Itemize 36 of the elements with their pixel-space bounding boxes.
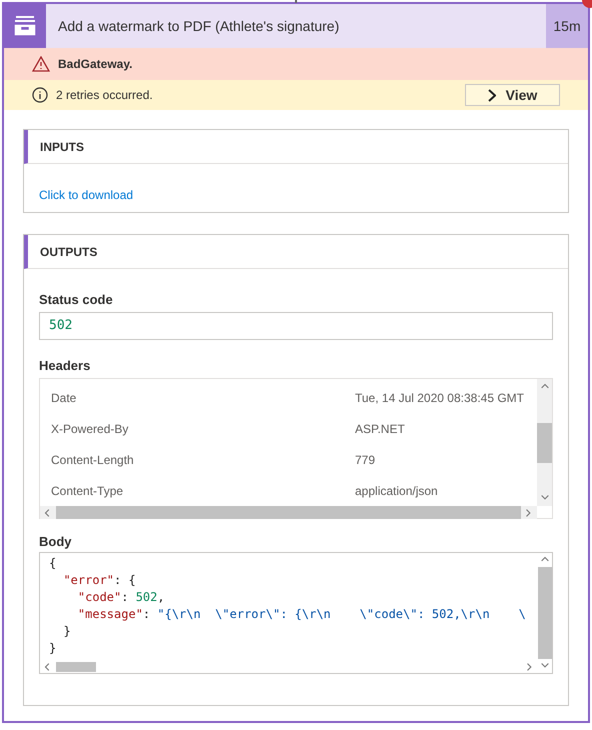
code-line: "message": "{\r\n \"error\": {\r\n \"code\": 502,\r\n \	[76, 606, 527, 623]
error-message: BadGateway.	[58, 56, 132, 73]
header-value: 779	[355, 452, 376, 468]
vertical-scrollbar[interactable]	[537, 379, 552, 506]
info-icon	[32, 87, 48, 103]
panel-title: INPUTS	[40, 138, 84, 156]
action-header[interactable]: Add a watermark to PDF (Athlete's signature) 15m	[4, 4, 588, 48]
header-name: Date	[50, 390, 78, 406]
header-value: Tue, 14 Jul 2020 08:38:45 GMT	[355, 390, 524, 406]
duration-label: 15m	[546, 4, 588, 48]
code-line: }	[62, 623, 72, 640]
download-link[interactable]: Click to download	[39, 188, 134, 202]
code-line: }	[49, 640, 58, 657]
header-value: ASP.NET	[355, 420, 405, 438]
field-label: Headers	[39, 357, 92, 375]
scrollbar-thumb[interactable]	[537, 422, 552, 462]
status-code-field: 502	[39, 312, 553, 340]
header-name: Content-Length	[50, 452, 135, 468]
field-label: Body	[39, 533, 72, 551]
retry-message: 2 retries occurred.	[56, 87, 154, 104]
code-line: "error": {	[62, 572, 137, 589]
scrollbar-thumb[interactable]	[56, 662, 96, 672]
code-line: "code": 502,	[76, 589, 166, 606]
view-button[interactable]: View	[465, 84, 560, 106]
header-name: X-Powered-By	[50, 420, 130, 438]
chevron-right-icon	[488, 88, 496, 102]
code-line: {	[49, 555, 58, 572]
panel-title: OUTPUTS	[40, 244, 98, 260]
scrollbar-thumb[interactable]	[538, 567, 552, 659]
warning-icon	[32, 56, 50, 72]
action-title: Add a watermark to PDF (Athlete's signature)	[57, 16, 340, 36]
header-name: Content-Type	[50, 482, 124, 500]
field-label: Status code	[39, 291, 114, 309]
code-editor[interactable]: { "error": { "code": 502, "message": "{\r\n \"error\": {\r\n \"code\": 502,\r\n \ } }	[39, 552, 553, 674]
header-value: application/json	[355, 482, 438, 500]
drawer-icon	[13, 15, 37, 37]
